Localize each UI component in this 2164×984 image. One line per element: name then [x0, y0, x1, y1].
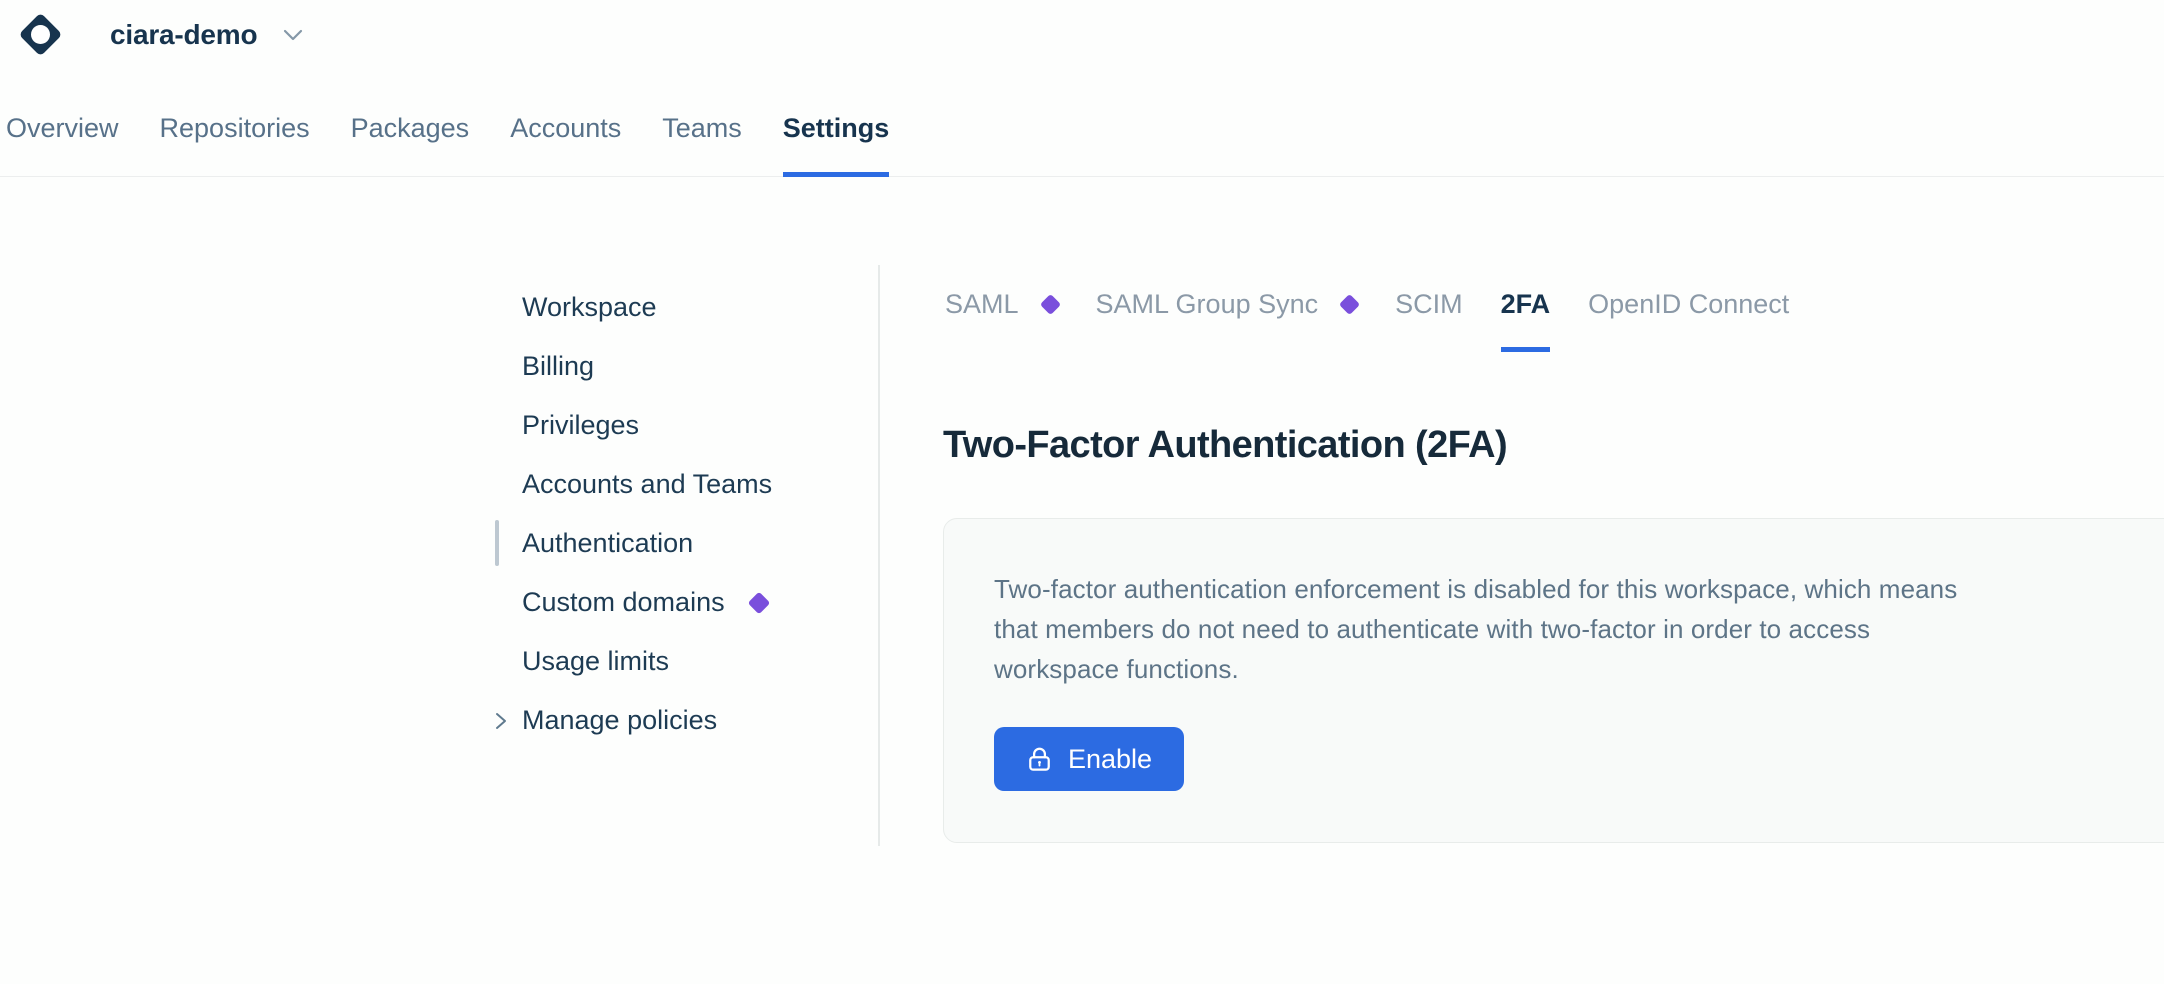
nav-item-repositories[interactable]: Repositories	[160, 105, 310, 172]
tab-saml[interactable]: SAML	[945, 288, 1058, 347]
premium-diamond-icon	[1339, 293, 1360, 314]
nav-item-teams[interactable]: Teams	[662, 105, 742, 172]
tab-label: OpenID Connect	[1588, 288, 1789, 320]
auth-tabs: SAML SAML Group Sync SCIM 2FA OpenID Con…	[945, 288, 1789, 352]
workspace-name: ciara-demo	[110, 19, 257, 51]
sidebar-divider	[878, 265, 880, 846]
page-title: Two-Factor Authentication (2FA)	[943, 424, 1507, 467]
chevron-down-icon	[283, 28, 303, 42]
sidebar-item-label: Privileges	[522, 410, 639, 441]
settings-sidebar: Workspace Billing Privileges Accounts an…	[495, 278, 878, 750]
two-factor-status-card: Two-factor authentication enforcement is…	[943, 518, 2164, 843]
sidebar-item-authentication[interactable]: Authentication	[495, 514, 878, 573]
sidebar-item-custom-domains[interactable]: Custom domains	[495, 573, 878, 632]
sidebar-item-manage-policies[interactable]: Manage policies	[495, 691, 878, 750]
tab-2fa[interactable]: 2FA	[1501, 288, 1551, 352]
sidebar-item-usage-limits[interactable]: Usage limits	[495, 632, 878, 691]
tab-label: SCIM	[1395, 288, 1463, 320]
sidebar-item-label: Custom domains	[522, 587, 725, 618]
nav-item-overview[interactable]: Overview	[6, 105, 119, 172]
sidebar-item-billing[interactable]: Billing	[495, 337, 878, 396]
tab-label: SAML Group Sync	[1096, 288, 1319, 320]
premium-diamond-icon	[747, 591, 770, 614]
active-indicator-bar	[495, 520, 499, 566]
tab-label: 2FA	[1501, 288, 1551, 320]
sidebar-item-label: Accounts and Teams	[522, 469, 772, 500]
enable-button-label: Enable	[1068, 744, 1152, 775]
chevron-right-icon	[495, 712, 507, 730]
tab-openid-connect[interactable]: OpenID Connect	[1588, 288, 1789, 347]
tab-saml-group-sync[interactable]: SAML Group Sync	[1096, 288, 1358, 347]
diamond-logo-circle	[31, 25, 50, 44]
tab-label: SAML	[945, 288, 1019, 320]
sidebar-item-workspace[interactable]: Workspace	[495, 278, 878, 337]
sidebar-item-label: Usage limits	[522, 646, 669, 677]
premium-diamond-icon	[1039, 293, 1060, 314]
lock-icon	[1026, 746, 1053, 773]
sidebar-item-privileges[interactable]: Privileges	[495, 396, 878, 455]
nav-item-accounts[interactable]: Accounts	[510, 105, 621, 172]
two-factor-status-description: Two-factor authentication enforcement is…	[994, 569, 1994, 689]
main-content: SAML SAML Group Sync SCIM 2FA OpenID Con…	[943, 0, 2164, 984]
sidebar-item-label: Billing	[522, 351, 594, 382]
sidebar-item-label: Workspace	[522, 292, 657, 323]
sidebar-item-label: Authentication	[522, 528, 693, 559]
sidebar-item-label: Manage policies	[522, 705, 717, 736]
tab-scim[interactable]: SCIM	[1395, 288, 1463, 347]
workspace-logo[interactable]	[18, 12, 62, 56]
nav-item-packages[interactable]: Packages	[351, 105, 470, 172]
sidebar-item-accounts-and-teams[interactable]: Accounts and Teams	[495, 455, 878, 514]
workspace-switcher[interactable]: ciara-demo	[110, 16, 303, 54]
nav-item-settings[interactable]: Settings	[783, 105, 890, 177]
enable-2fa-button[interactable]: Enable	[994, 727, 1184, 791]
